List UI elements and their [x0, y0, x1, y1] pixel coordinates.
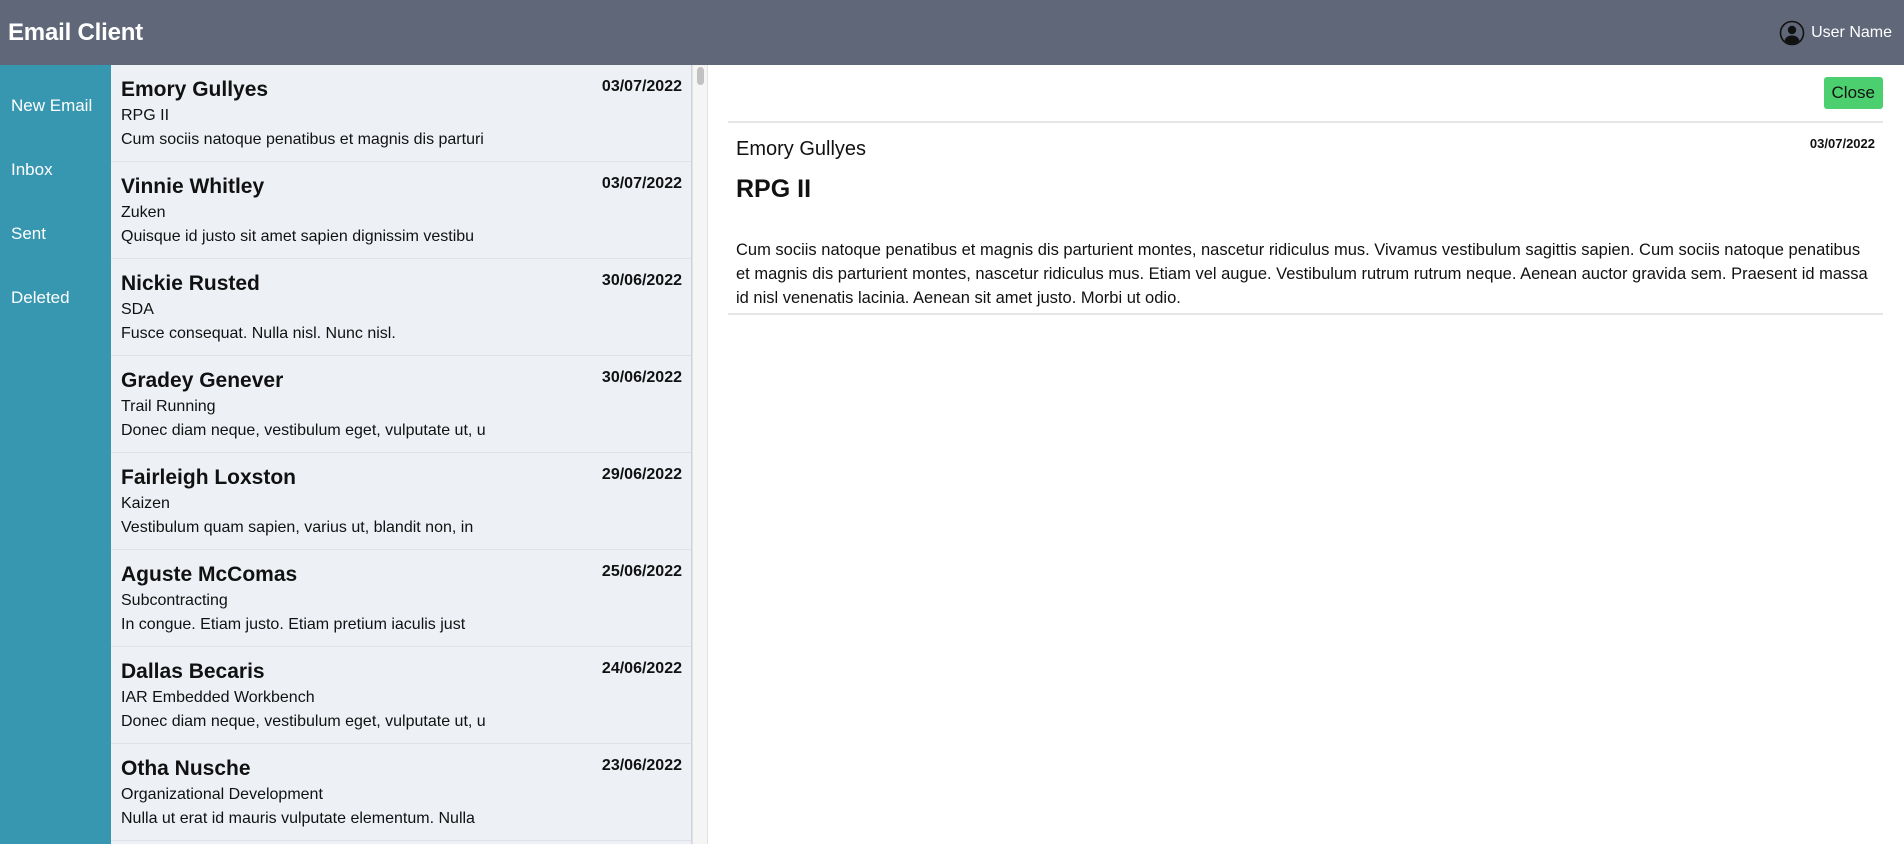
email-date: 29/06/2022	[601, 466, 682, 483]
reader-body: Cum sociis natoque penatibus et magnis d…	[736, 241, 1868, 307]
sidebar-item-deleted[interactable]: Deleted	[0, 273, 111, 337]
email-sender: Fairleigh Loxston	[121, 466, 297, 489]
email-list-item[interactable]: Fairleigh Loxston 29/06/2022 Kaizen Vest…	[111, 453, 691, 550]
email-list-scrollbar[interactable]	[692, 65, 708, 844]
email-list-item[interactable]: Aguste McComas 25/06/2022 Subcontracting…	[111, 550, 691, 647]
reader-subject: RPG II	[736, 175, 812, 203]
email-date: 24/06/2022	[601, 660, 682, 677]
email-subject: RPG II	[121, 107, 170, 124]
email-preview: Donec diam neque, vestibulum eget, vulpu…	[121, 713, 486, 730]
email-list-item[interactable]: Vinnie Whitley 03/07/2022 Zuken Quisque …	[111, 162, 691, 259]
reader-date: 03/07/2022	[1809, 136, 1875, 151]
email-list-item[interactable]: Emory Gullyes 03/07/2022 RPG II Cum soci…	[111, 65, 691, 162]
email-preview: Donec diam neque, vestibulum eget, vulpu…	[121, 422, 486, 439]
sidebar-item-new-email[interactable]: New Email	[0, 81, 111, 145]
close-button[interactable]: Close	[1823, 77, 1883, 109]
email-detail: Emory Gullyes 03/07/2022 RPG II Cum soci…	[728, 121, 1883, 315]
email-preview: Quisque id justo sit amet sapien digniss…	[121, 228, 475, 245]
email-list: Emory Gullyes 03/07/2022 RPG II Cum soci…	[111, 65, 692, 844]
sidebar-item-inbox[interactable]: Inbox	[0, 145, 111, 209]
scrollbar-thumb[interactable]	[697, 67, 704, 85]
email-date: 30/06/2022	[601, 272, 682, 289]
email-subject: Trail Running	[121, 398, 216, 415]
email-date: 23/06/2022	[601, 757, 682, 774]
email-subject: SDA	[121, 301, 154, 318]
email-sender: Aguste McComas	[121, 563, 298, 586]
email-list-item[interactable]: Otha Nusche 23/06/2022 Organizational De…	[111, 744, 691, 841]
email-preview: Nulla ut erat id mauris vulputate elemen…	[121, 810, 475, 827]
email-preview: In congue. Etiam justo. Etiam pretium ia…	[121, 616, 466, 633]
email-preview: Vestibulum quam sapien, varius ut, bland…	[121, 519, 474, 536]
email-preview: Cum sociis natoque penatibus et magnis d…	[121, 131, 484, 148]
email-date: 03/07/2022	[601, 175, 682, 192]
email-list-item[interactable]: Dallas Becaris 24/06/2022 IAR Embedded W…	[111, 647, 691, 744]
email-subject: Zuken	[121, 204, 166, 221]
email-sender: Emory Gullyes	[121, 78, 269, 101]
email-sender: Nickie Rusted	[121, 272, 260, 295]
user-menu[interactable]: User Name	[1779, 20, 1892, 46]
email-list-item[interactable]: Gradey Genever 30/06/2022 Trail Running …	[111, 356, 691, 453]
email-date: 25/06/2022	[601, 563, 682, 580]
email-date: 03/07/2022	[601, 78, 682, 95]
user-circle-icon	[1779, 20, 1805, 46]
email-reader: Close Emory Gullyes 03/07/2022 RPG II Cu…	[708, 65, 1904, 844]
email-sender: Otha Nusche	[121, 757, 251, 780]
reader-sender: Emory Gullyes	[736, 138, 867, 160]
top-bar: Email Client User Name	[0, 0, 1904, 65]
email-sender: Dallas Becaris	[121, 660, 265, 683]
email-sender: Vinnie Whitley	[121, 175, 265, 198]
email-sender: Gradey Genever	[121, 369, 284, 392]
email-subject: Kaizen	[121, 495, 170, 512]
email-subject: Organizational Development	[121, 786, 323, 803]
email-preview: Fusce consequat. Nulla nisl. Nunc nisl.	[121, 325, 396, 342]
email-list-item[interactable]: Nickie Rusted 30/06/2022 SDA Fusce conse…	[111, 259, 691, 356]
sidebar: New Email Inbox Sent Deleted	[0, 65, 111, 844]
email-subject: Subcontracting	[121, 592, 228, 609]
sidebar-item-sent[interactable]: Sent	[0, 209, 111, 273]
email-subject: IAR Embedded Workbench	[121, 689, 315, 706]
email-date: 30/06/2022	[601, 369, 682, 386]
app-title: Email Client	[8, 18, 143, 46]
user-name: User Name	[1811, 23, 1892, 41]
